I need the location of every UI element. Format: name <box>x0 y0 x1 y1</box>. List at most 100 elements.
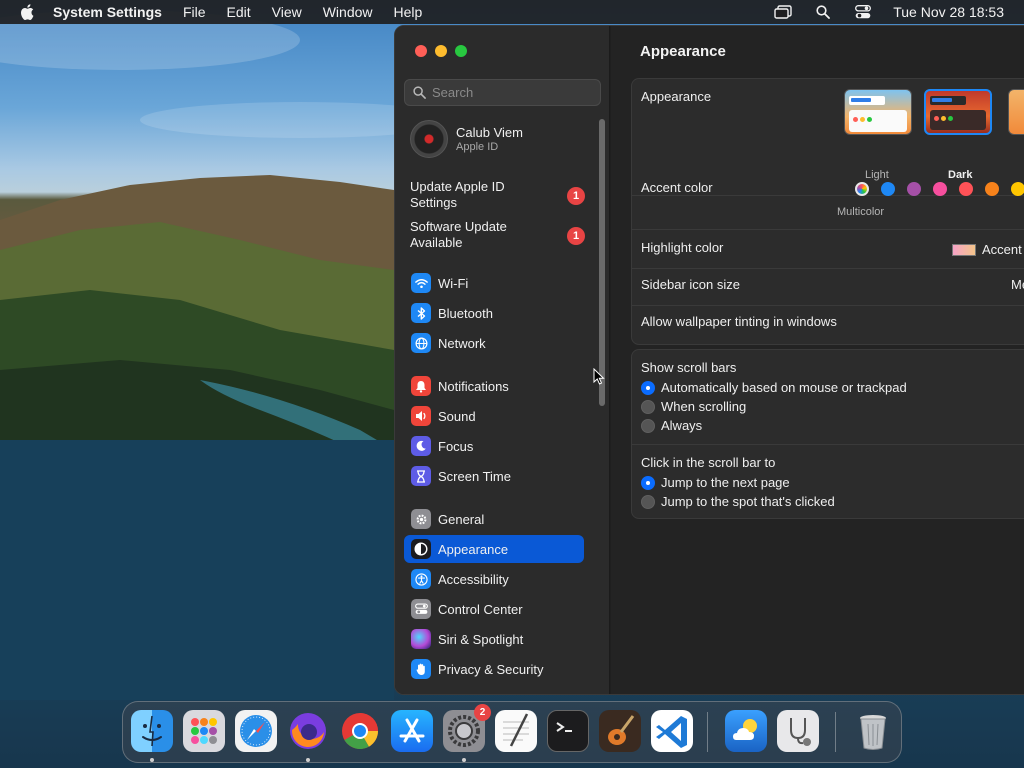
sidebar-item-label: Control Center <box>438 601 523 617</box>
notification-badge: 1 <box>567 227 585 245</box>
menu-file[interactable]: File <box>183 4 206 20</box>
disk-utility-icon[interactable] <box>777 710 819 752</box>
radio-indicator <box>641 494 655 509</box>
terminal-icon[interactable] <box>547 710 589 752</box>
highlight-color-label: Highlight color <box>641 240 724 255</box>
running-indicator <box>150 758 154 762</box>
accent-orange-swatch[interactable] <box>985 182 999 196</box>
notice-software-update[interactable]: Software Update Available 1 <box>410 219 585 251</box>
sidebar-item-notifications[interactable]: Notifications <box>404 372 584 400</box>
scroll-bars-always-radio[interactable]: Always <box>641 418 702 433</box>
accent-blue-swatch[interactable] <box>881 182 895 196</box>
accent-pink-swatch[interactable] <box>933 182 947 196</box>
scroll-bars-automatic-radio[interactable]: Automatically based on mouse or trackpad <box>641 380 907 395</box>
bell-icon <box>411 376 431 396</box>
sidebar-item-screen-time[interactable]: Screen Time <box>404 462 584 490</box>
accent-red-swatch[interactable] <box>959 182 973 196</box>
textedit-icon[interactable] <box>495 710 537 752</box>
accent-multicolor-swatch[interactable] <box>855 182 869 196</box>
window-close-button[interactable] <box>415 45 427 57</box>
radio-label: Automatically based on mouse or trackpad <box>661 380 907 395</box>
sidebar-item-network[interactable]: Network <box>404 329 584 357</box>
hand-icon <box>411 659 431 679</box>
sidebar-item-accessibility[interactable]: Accessibility <box>404 565 584 593</box>
sidebar-item-sound[interactable]: Sound <box>404 402 584 430</box>
sidebar-item-wifi[interactable]: Wi-Fi <box>404 269 584 297</box>
apple-id-account[interactable]: Calub Viem Apple ID <box>410 120 523 158</box>
appearance-icon <box>411 539 431 559</box>
radio-indicator <box>641 399 655 414</box>
divider <box>632 305 1024 306</box>
chrome-icon[interactable] <box>339 710 381 752</box>
highlight-color-value: Accent <box>982 242 1022 257</box>
sidebar-item-privacy-security[interactable]: Privacy & Security <box>404 655 584 683</box>
stage-manager-icon[interactable] <box>773 4 793 20</box>
window-zoom-button[interactable] <box>455 45 467 57</box>
spotlight-search-icon[interactable] <box>813 4 833 20</box>
appearance-auto-option[interactable] <box>1008 89 1024 135</box>
search-icon <box>413 86 426 99</box>
launchpad-icon[interactable] <box>183 710 225 752</box>
appearance-dark-label: Dark <box>948 169 973 181</box>
weather-icon[interactable] <box>725 710 767 752</box>
divider <box>632 444 1024 445</box>
sidebar-search[interactable] <box>404 79 601 106</box>
firefox-icon[interactable] <box>287 710 329 752</box>
control-center-icon <box>411 599 431 619</box>
highlight-color-popup[interactable]: Accent <box>952 242 1022 257</box>
hourglass-icon <box>411 466 431 486</box>
appearance-settings-card: Appearance Light Dark Accent color Multi… <box>631 78 1024 345</box>
menu-edit[interactable]: Edit <box>227 4 251 20</box>
moon-icon <box>411 436 431 456</box>
menu-view[interactable]: View <box>272 4 302 20</box>
menu-bar-tray: Tue Nov 28 18:53 <box>773 0 1024 24</box>
safari-icon[interactable] <box>235 710 277 752</box>
accent-yellow-swatch[interactable] <box>1011 182 1024 196</box>
radio-label: Jump to the next page <box>661 475 790 490</box>
system-settings-icon[interactable]: 2 <box>443 704 491 752</box>
speaker-icon <box>411 406 431 426</box>
sidebar-item-label: Wi-Fi <box>438 275 469 291</box>
sidebar-scrollbar[interactable] <box>599 119 605 406</box>
sidebar-icon-size-popup[interactable]: Me <box>1011 277 1024 292</box>
sidebar-item-label: Appearance <box>438 541 509 557</box>
notification-badge: 2 <box>474 704 491 721</box>
app-store-icon[interactable] <box>391 710 433 752</box>
notice-update-apple-id[interactable]: Update Apple ID Settings 1 <box>410 179 585 211</box>
control-center-menu-icon[interactable] <box>853 4 873 20</box>
finder-icon[interactable] <box>131 710 173 752</box>
divider <box>632 229 1024 230</box>
menu-bar-clock[interactable]: Tue Nov 28 18:53 <box>893 4 1004 20</box>
appearance-dark-option[interactable] <box>924 89 992 135</box>
appearance-light-label: Light <box>865 169 889 181</box>
menu-help[interactable]: Help <box>394 4 423 20</box>
sidebar-item-focus[interactable]: Focus <box>404 432 584 460</box>
menu-bar: System Settings File Edit View Window He… <box>0 0 1024 24</box>
sidebar-item-label: Notifications <box>438 378 509 394</box>
sidebar-item-control-center[interactable]: Control Center <box>404 595 584 623</box>
sidebar-item-bluetooth[interactable]: Bluetooth <box>404 299 584 327</box>
window-minimize-button[interactable] <box>435 45 447 57</box>
menu-window[interactable]: Window <box>323 4 373 20</box>
sidebar-item-appearance[interactable]: Appearance <box>404 535 584 563</box>
trash-icon[interactable] <box>852 710 894 752</box>
accent-selected-label: Multicolor <box>837 206 885 218</box>
garageband-icon[interactable] <box>599 710 641 752</box>
globe-icon <box>411 333 431 353</box>
accent-color-label: Accent color <box>641 180 713 195</box>
scroll-settings-card: Show scroll bars Automatically based on … <box>631 349 1024 519</box>
accent-purple-swatch[interactable] <box>907 182 921 196</box>
search-input[interactable] <box>432 85 592 100</box>
dock-separator <box>707 712 708 752</box>
appearance-light-option[interactable] <box>844 89 912 135</box>
sidebar-item-siri-spotlight[interactable]: Siri & Spotlight <box>404 625 584 653</box>
vscode-icon[interactable] <box>651 710 693 752</box>
scroll-bars-when-scrolling-radio[interactable]: When scrolling <box>641 399 746 414</box>
sidebar-item-label: Accessibility <box>438 571 509 587</box>
jump-next-page-radio[interactable]: Jump to the next page <box>641 475 790 490</box>
menu-app-name[interactable]: System Settings <box>53 4 162 20</box>
sidebar-icon-size-label: Sidebar icon size <box>641 277 740 292</box>
jump-clicked-spot-radio[interactable]: Jump to the spot that's clicked <box>641 494 835 509</box>
apple-menu-icon[interactable] <box>17 4 37 20</box>
sidebar-item-general[interactable]: General <box>404 505 584 533</box>
